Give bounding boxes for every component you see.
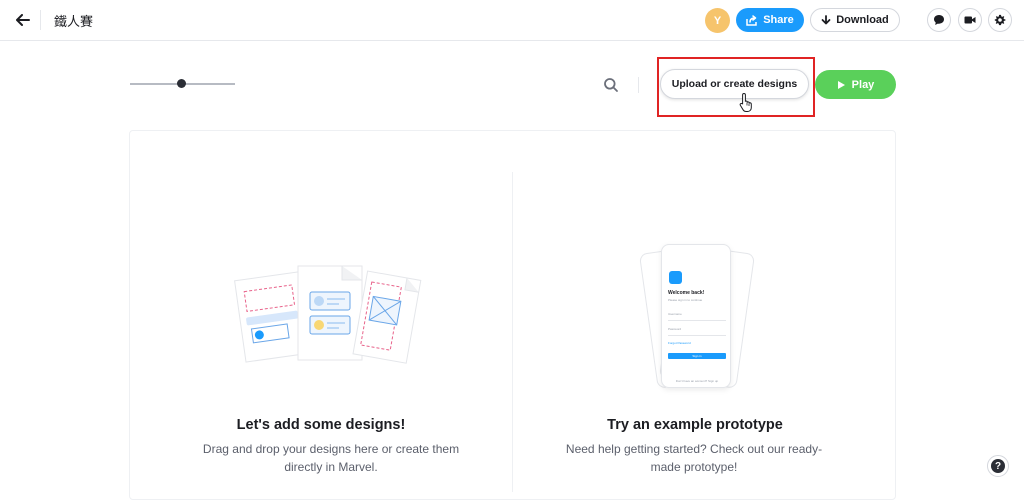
toolbar-divider [638, 77, 639, 93]
highlight-box [657, 57, 815, 117]
help-icon: ? [991, 459, 1005, 473]
mock-subtext: Please sign in to continue [668, 298, 703, 302]
example-prototype-illustration: Welcome back! Please sign in to continue… [638, 238, 756, 389]
right-card-title: Try an example prototype [607, 417, 783, 433]
video-camera-icon [964, 16, 976, 24]
help-button[interactable]: ? [987, 455, 1009, 477]
mock-forgot-link: Forgot Password [668, 341, 691, 345]
mock-footer: Don't have an account? Sign up [675, 379, 719, 383]
left-card-desc-line2: directly in Marvel. [284, 460, 378, 474]
zoom-slider[interactable] [130, 78, 235, 90]
share-label: Share [763, 14, 794, 26]
comments-button[interactable] [927, 8, 951, 32]
mock-field-password: Password [668, 327, 682, 331]
play-icon [837, 80, 845, 89]
download-label: Download [836, 14, 889, 26]
left-card-title: Let's add some designs! [236, 417, 406, 433]
top-bar: 鐵人賽 Y Share Download [0, 0, 1024, 41]
share-button[interactable]: Share [736, 8, 804, 32]
play-button[interactable]: Play [815, 70, 896, 99]
zoom-slider-knob[interactable] [177, 79, 186, 88]
play-label: Play [851, 78, 875, 91]
mock-heading: Welcome back! [668, 290, 705, 296]
gear-icon [994, 14, 1006, 26]
share-icon [746, 14, 757, 26]
designs-illustration [234, 265, 422, 364]
mock-field-username: Username [668, 312, 682, 316]
back-arrow-icon[interactable] [12, 9, 34, 31]
settings-button[interactable] [988, 8, 1012, 32]
download-icon [821, 14, 831, 24]
search-icon[interactable] [603, 77, 619, 93]
download-button[interactable]: Download [810, 8, 900, 32]
project-title: 鐵人賽 [54, 14, 94, 29]
mock-signin-button: Sign in [668, 353, 726, 359]
right-card-desc-line1: Need help getting started? Check out our… [565, 442, 823, 456]
app-logo-icon [669, 271, 682, 284]
right-card-desc-line2: made prototype! [650, 460, 738, 474]
chat-bubble-icon [934, 15, 944, 25]
avatar[interactable]: Y [705, 8, 730, 33]
record-video-button[interactable] [958, 8, 982, 32]
header-divider [40, 10, 41, 30]
left-card-desc-line1: Drag and drop your designs here or creat… [202, 442, 460, 456]
